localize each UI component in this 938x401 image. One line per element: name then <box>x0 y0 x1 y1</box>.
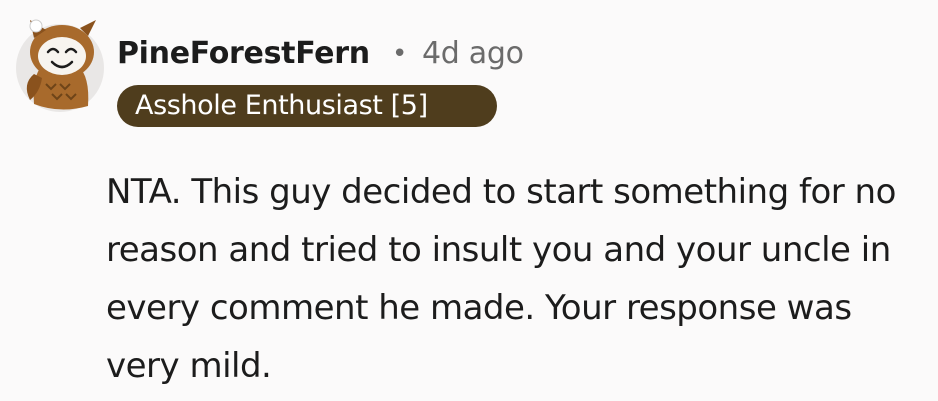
user-flair-badge: Asshole Enthusiast [5] <box>117 85 497 127</box>
comment: PineForestFern • 4d ago Asshole Enthusia… <box>0 0 938 401</box>
comment-body: NTA. This guy decided to start something… <box>106 163 932 395</box>
comment-timestamp[interactable]: 4d ago <box>422 34 524 74</box>
comment-body-text: NTA. This guy decided to start something… <box>106 172 896 386</box>
user-avatar[interactable] <box>12 14 104 114</box>
comment-author[interactable]: PineForestFern <box>117 34 370 74</box>
meta-separator: • <box>392 39 408 69</box>
owl-avatar-icon <box>16 19 104 112</box>
